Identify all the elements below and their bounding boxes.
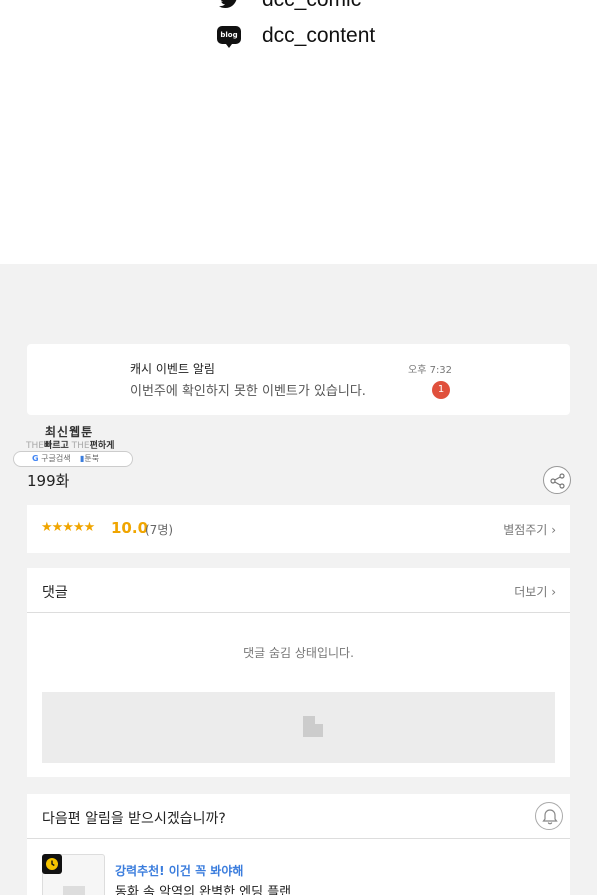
rating-score: 10.0	[111, 519, 149, 537]
clock-icon	[42, 854, 62, 874]
rate-button-label: 별점주기	[503, 523, 548, 537]
twitter-link[interactable]: dcc_comic	[0, 0, 597, 18]
chevron-right-icon: ›	[551, 585, 556, 599]
google-search-label: G 구글검색	[32, 452, 71, 466]
google-icon: G	[32, 454, 39, 463]
rate-button[interactable]: 별점주기 ›	[503, 521, 556, 538]
notification-body: 이번주에 확인하지 못한 이벤트가 있습니다.	[130, 384, 366, 399]
logo-search-pill: G 구글검색 ▮툰북	[13, 451, 133, 467]
recommend-item[interactable]: 강력추천! 이건 꼭 봐야해 동화 속 악역의 완벽한 엔딩 플랜	[27, 794, 570, 895]
logo-slogan-prefix: THE	[26, 441, 44, 451]
logo-slogan: THE빠르고 THE편하게	[26, 438, 114, 451]
notification-badge: 1	[432, 381, 450, 399]
rating-stars: ★★★★★	[41, 520, 95, 535]
comments-more-button[interactable]: 더보기 ›	[514, 583, 556, 600]
blog-icon: blog	[217, 24, 241, 48]
comments-more-label: 더보기	[514, 585, 548, 599]
twitter-handle: dcc_comic	[262, 0, 361, 12]
blog-handle: dcc_content	[262, 24, 376, 47]
comments-header: 댓글 더보기 ›	[27, 568, 570, 613]
notification-time: 오후 7:32	[408, 365, 453, 376]
notification-card[interactable]: 캐시 이벤트 알림 이번주에 확인하지 못한 이벤트가 있습니다. 오후 7:3…	[27, 344, 570, 415]
rating-card: ★★★★★ 10.0 (7명) 별점주기 ›	[27, 505, 570, 553]
episode-number: 199화	[27, 472, 70, 490]
image-placeholder-icon	[63, 886, 85, 895]
comments-title: 댓글	[42, 585, 68, 601]
comments-card: 댓글 더보기 › 댓글 숨김 상태입니다.	[27, 568, 570, 777]
share-button[interactable]	[543, 466, 571, 494]
google-search-text: 구글검색	[41, 454, 71, 463]
recommend-tag: 강력추천! 이건 꼭 봐야해	[115, 864, 244, 878]
logo-slogan-word: 편하게	[89, 441, 115, 451]
rating-count: (7명)	[145, 523, 174, 537]
ad-placeholder[interactable]	[42, 692, 555, 763]
blog-link[interactable]: blog dcc_content	[0, 24, 597, 54]
toonbook-label: ▮툰북	[80, 452, 99, 466]
site-logo[interactable]: 최신웹툰 THE빠르고 THE편하게 G 구글검색 ▮툰북	[13, 421, 133, 469]
notification-title: 캐시 이벤트 알림	[130, 362, 215, 376]
top-section: dcc_comic blog dcc_content	[0, 0, 597, 264]
recommend-title: 동화 속 악역의 완벽한 엔딩 플랜	[115, 885, 292, 895]
chevron-right-icon: ›	[551, 523, 556, 537]
image-placeholder-icon	[303, 716, 323, 737]
share-icon	[550, 473, 565, 489]
logo-slogan-word: 빠르고	[43, 441, 69, 451]
toonbook-text: 툰북	[84, 454, 100, 463]
blog-icon-text: blog	[217, 26, 241, 48]
twitter-icon	[217, 0, 241, 12]
comments-hidden-message: 댓글 숨김 상태입니다.	[243, 646, 354, 660]
logo-slogan-prefix: THE	[71, 441, 90, 451]
